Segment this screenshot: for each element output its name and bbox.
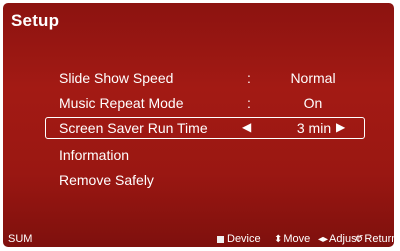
- arrow-right-icon[interactable]: ▶: [336, 120, 345, 134]
- move-guide: ⬍ Move: [274, 233, 310, 245]
- adjust-guide: ◂▸ Adjust: [318, 233, 360, 245]
- source-label: SUM: [8, 233, 33, 245]
- menu-item-value: On: [303, 95, 323, 111]
- menu-item-label: Slide Show Speed: [59, 70, 174, 86]
- menu-item-label: Information: [59, 147, 130, 163]
- return-guide-label: Return: [364, 233, 394, 245]
- menu-item-music-repeat-mode[interactable]: Music Repeat Mode : On: [45, 92, 365, 114]
- leftright-arrow-icon: ◂▸: [318, 233, 329, 245]
- menu-item-label: Remove Safely: [59, 172, 154, 188]
- move-guide-label: Move: [283, 233, 311, 245]
- menu-item-separator: :: [247, 70, 251, 86]
- menu-item-label: Music Repeat Mode: [59, 95, 184, 111]
- arrow-left-icon[interactable]: ◀: [242, 120, 251, 134]
- menu-item-information[interactable]: Information: [45, 144, 365, 166]
- device-button-icon: [217, 235, 224, 243]
- device-guide-label: Device: [227, 233, 261, 245]
- menu-item-remove-safely[interactable]: Remove Safely: [45, 169, 365, 191]
- page-title: Setup: [11, 11, 60, 30]
- menu-item-slide-show-speed[interactable]: Slide Show Speed : Normal: [45, 67, 365, 89]
- tv-setup-screen: Setup Slide Show Speed : Normal Music Re…: [3, 3, 394, 247]
- updown-arrow-icon: ⬍: [274, 233, 283, 245]
- return-icon: ↺: [355, 233, 364, 245]
- footer-guide-bar: SUM Device ⬍ Move ◂▸ Adjust ↺ Return: [3, 231, 394, 247]
- return-guide[interactable]: ↺ Return: [355, 233, 394, 245]
- menu-item-label: Screen Saver Run Time: [59, 120, 208, 136]
- device-guide[interactable]: Device: [217, 233, 261, 245]
- menu-item-separator: :: [247, 95, 251, 111]
- menu-item-value: Normal: [290, 70, 336, 86]
- menu-item-screen-saver-run-time[interactable]: Screen Saver Run Time ◀ 3 min ▶: [45, 117, 365, 139]
